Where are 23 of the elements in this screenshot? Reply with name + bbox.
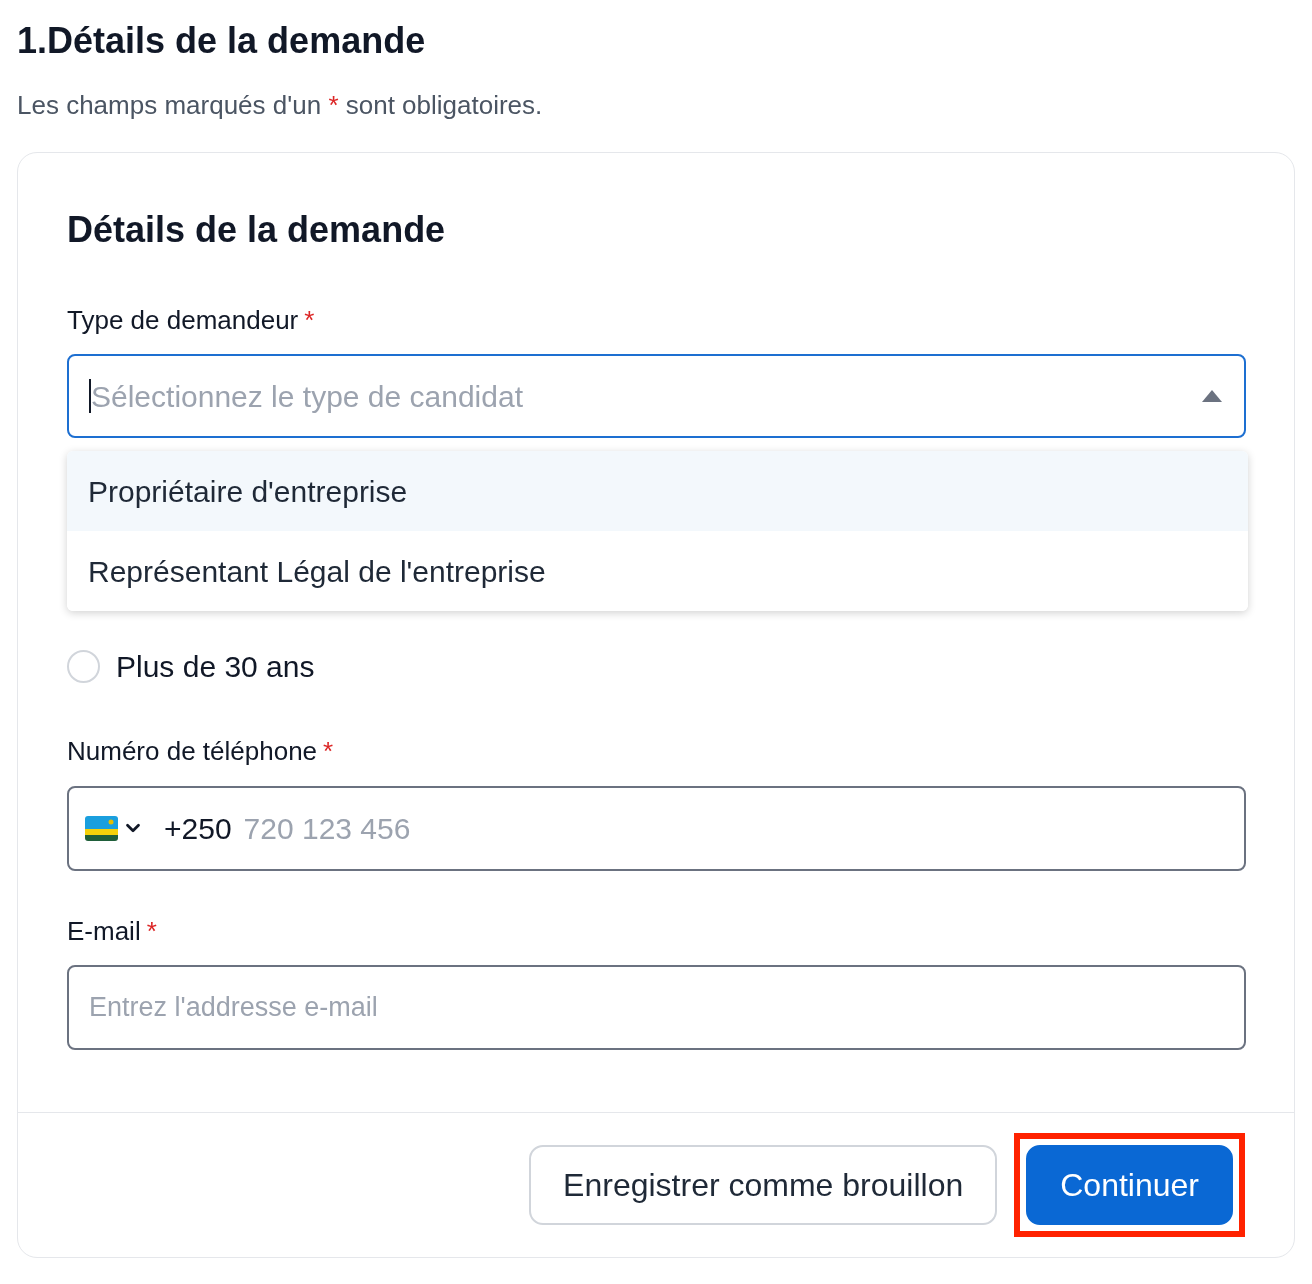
required-mark: * [146, 914, 157, 947]
phone-input[interactable]: 720 123 456 [243, 805, 1244, 851]
field-label: Numéro de téléphone [67, 735, 318, 768]
dial-code: +250 [164, 810, 232, 847]
save-draft-button[interactable]: Enregistrer comme brouillon [529, 1144, 998, 1225]
field-label: E-mail [67, 914, 141, 947]
field-label: Type de demandeur [67, 303, 299, 336]
page-title: 1.Détails de la demande [17, 19, 427, 63]
text-cursor-icon [89, 379, 91, 413]
flag-icon [85, 815, 118, 841]
caret-up-icon [1202, 390, 1222, 402]
dropdown-option[interactable]: Représentant Légal de l'entreprise [67, 531, 1248, 611]
card-title: Détails de la demande [67, 207, 447, 252]
email-field[interactable]: Entrez l'addresse e-mail [67, 965, 1246, 1050]
required-mark: * [304, 303, 315, 336]
radio-button[interactable] [67, 650, 100, 683]
phone-field[interactable]: +250 720 123 456 [67, 785, 1246, 871]
required-note: Les champs marqués d'un * sont obligatoires. [17, 89, 544, 122]
radio-label: Plus de 30 ans [116, 649, 315, 685]
required-mark: * [323, 735, 334, 768]
select-placeholder: Sélectionnez le type de candidat [91, 378, 524, 415]
dropdown-option[interactable]: Propriétaire d'entreprise [67, 451, 1248, 531]
continue-button[interactable]: Continuer [1026, 1144, 1233, 1225]
